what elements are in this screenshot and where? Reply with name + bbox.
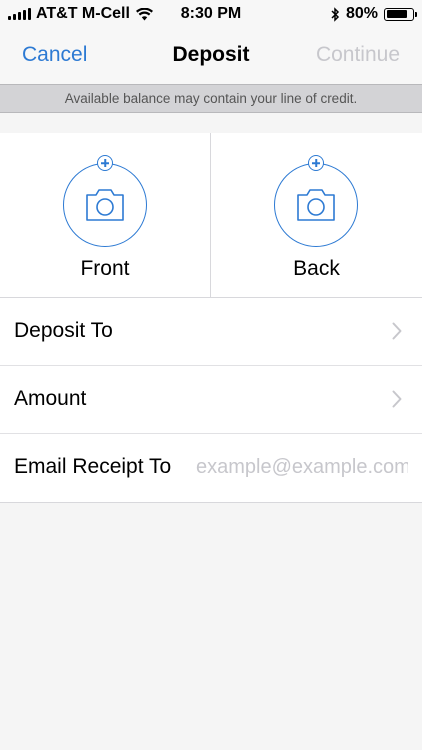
status-bar: AT&T M-Cell 8:30 PM 80% [0,0,422,28]
email-receipt-input[interactable] [196,453,408,481]
deposit-form: Deposit To Amount Email Receipt To [0,298,422,503]
deposit-to-row[interactable]: Deposit To [0,298,422,366]
continue-button[interactable]: Continue [316,43,400,67]
back-label: Back [293,257,340,280]
chevron-right-icon [392,390,402,408]
email-receipt-row: Email Receipt To [0,434,422,502]
amount-label: Amount [14,387,87,410]
credit-notice: Available balance may contain your line … [0,84,422,113]
plus-icon [308,155,324,171]
amount-row[interactable]: Amount [0,366,422,434]
status-right: 80% [331,5,417,23]
email-receipt-label: Email Receipt To [14,455,172,478]
battery-fill [386,10,407,18]
capture-back-button[interactable]: Back [211,133,422,298]
camera-icon [297,189,335,221]
deposit-screen: AT&T M-Cell 8:30 PM 80% Cancel Deposit C… [0,0,422,750]
chevron-right-icon [392,322,402,340]
plus-icon [97,155,113,171]
deposit-to-label: Deposit To [14,319,113,342]
check-capture-panel: Front Back [0,133,422,298]
camera-button-front[interactable] [63,155,147,247]
nav-bar: Cancel Deposit Continue [0,28,422,84]
bluetooth-icon [331,6,340,22]
camera-button-back[interactable] [274,155,358,247]
camera-icon [86,189,124,221]
front-label: Front [80,257,130,280]
battery-icon [384,7,417,21]
battery-percent: 80% [345,5,378,22]
capture-front-button[interactable]: Front [0,133,211,298]
